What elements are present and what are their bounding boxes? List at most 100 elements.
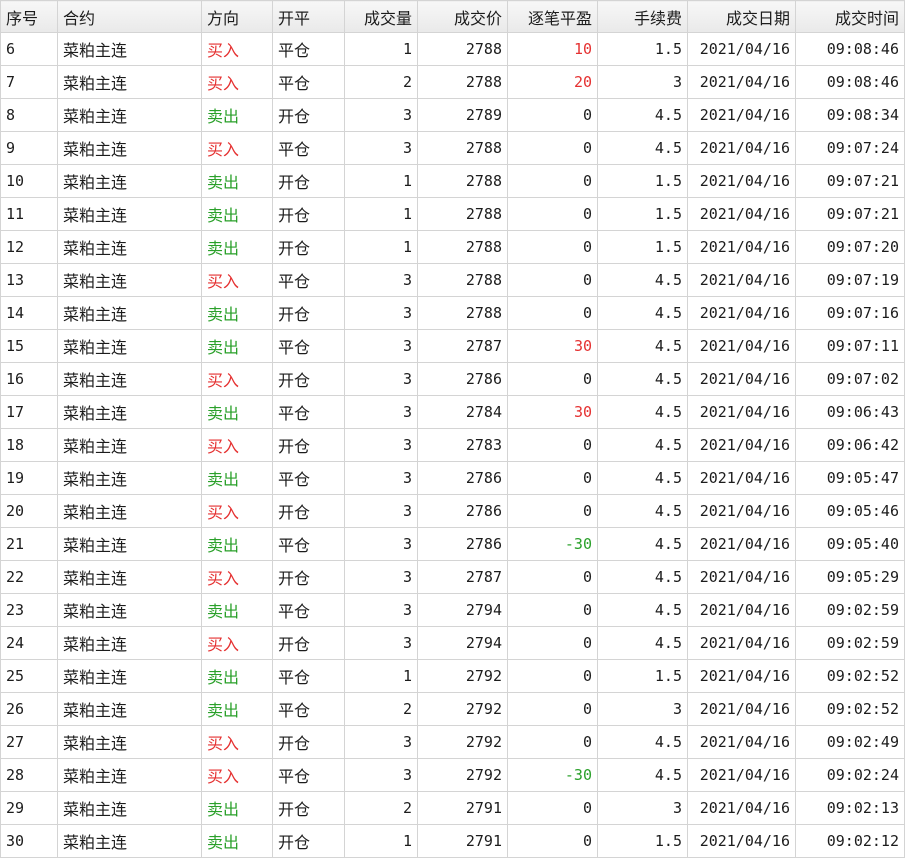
table-row[interactable]: 23 菜粕主连 卖出 平仓 3 2794 0 4.5 2021/04/16 09:02:59 <box>0 593 905 627</box>
table-row[interactable]: 24 菜粕主连 买入 开仓 3 2794 0 4.5 2021/04/16 09:02:59 <box>0 626 905 660</box>
col-header-contract[interactable]: 合约 <box>57 0 202 33</box>
table-row[interactable]: 26 菜粕主连 卖出 平仓 2 2792 0 3 2021/04/16 09:02:52 <box>0 692 905 726</box>
direction-cell: 卖出 <box>201 230 273 264</box>
price-cell: 2788 <box>417 230 508 264</box>
pnl-cell: 0 <box>507 230 598 264</box>
contract-cell: 菜粕主连 <box>57 824 202 858</box>
seq-cell: 9 <box>0 131 58 165</box>
volume-cell: 1 <box>344 197 418 231</box>
table-row[interactable]: 13 菜粕主连 买入 平仓 3 2788 0 4.5 2021/04/16 09:07:19 <box>0 263 905 297</box>
contract-cell: 菜粕主连 <box>57 659 202 693</box>
fee-cell: 3 <box>597 65 688 99</box>
table-row[interactable]: 29 菜粕主连 卖出 开仓 2 2791 0 3 2021/04/16 09:02:13 <box>0 791 905 825</box>
direction-cell: 卖出 <box>201 791 273 825</box>
direction-cell: 买入 <box>201 626 273 660</box>
col-header-fee[interactable]: 手续费 <box>597 0 688 33</box>
table-row[interactable]: 25 菜粕主连 卖出 平仓 1 2792 0 1.5 2021/04/16 09:02:52 <box>0 659 905 693</box>
time-cell: 09:07:16 <box>795 296 905 330</box>
direction-cell: 买入 <box>201 725 273 759</box>
open-close-cell: 平仓 <box>272 395 345 429</box>
volume-cell: 1 <box>344 230 418 264</box>
table-row[interactable]: 8 菜粕主连 卖出 开仓 3 2789 0 4.5 2021/04/16 09:08:34 <box>0 98 905 132</box>
volume-cell: 3 <box>344 758 418 792</box>
col-header-price[interactable]: 成交价 <box>417 0 508 33</box>
contract-cell: 菜粕主连 <box>57 131 202 165</box>
table-row[interactable]: 6 菜粕主连 买入 平仓 1 2788 10 1.5 2021/04/16 09:08:46 <box>0 32 905 66</box>
col-header-date[interactable]: 成交日期 <box>687 0 796 33</box>
fee-cell: 4.5 <box>597 329 688 363</box>
price-cell: 2788 <box>417 296 508 330</box>
open-close-cell: 平仓 <box>272 32 345 66</box>
open-close-cell: 开仓 <box>272 626 345 660</box>
pnl-cell: 10 <box>507 32 598 66</box>
direction-cell: 卖出 <box>201 98 273 132</box>
time-cell: 09:05:29 <box>795 560 905 594</box>
table-row[interactable]: 10 菜粕主连 卖出 开仓 1 2788 0 1.5 2021/04/16 09:07:21 <box>0 164 905 198</box>
date-cell: 2021/04/16 <box>687 65 796 99</box>
table-row[interactable]: 11 菜粕主连 卖出 开仓 1 2788 0 1.5 2021/04/16 09:07:21 <box>0 197 905 231</box>
date-cell: 2021/04/16 <box>687 560 796 594</box>
table-row[interactable]: 15 菜粕主连 卖出 平仓 3 2787 30 4.5 2021/04/16 09:07:11 <box>0 329 905 363</box>
seq-cell: 23 <box>0 593 58 627</box>
volume-cell: 1 <box>344 659 418 693</box>
fee-cell: 1.5 <box>597 32 688 66</box>
volume-cell: 3 <box>344 461 418 495</box>
seq-cell: 10 <box>0 164 58 198</box>
col-header-pnl[interactable]: 逐笔平盈 <box>507 0 598 33</box>
table-row[interactable]: 28 菜粕主连 买入 平仓 3 2792 -30 4.5 2021/04/16 09:02:24 <box>0 758 905 792</box>
col-header-open-close[interactable]: 开平 <box>272 0 345 33</box>
fee-cell: 4.5 <box>597 263 688 297</box>
table-row[interactable]: 27 菜粕主连 买入 开仓 3 2792 0 4.5 2021/04/16 09:02:49 <box>0 725 905 759</box>
col-header-volume[interactable]: 成交量 <box>344 0 418 33</box>
time-cell: 09:02:52 <box>795 692 905 726</box>
open-close-cell: 开仓 <box>272 296 345 330</box>
price-cell: 2786 <box>417 461 508 495</box>
fee-cell: 4.5 <box>597 758 688 792</box>
time-cell: 09:07:02 <box>795 362 905 396</box>
table-row[interactable]: 7 菜粕主连 买入 平仓 2 2788 20 3 2021/04/16 09:08:46 <box>0 65 905 99</box>
time-cell: 09:07:20 <box>795 230 905 264</box>
pnl-cell: 0 <box>507 824 598 858</box>
open-close-cell: 开仓 <box>272 428 345 462</box>
table-row[interactable]: 18 菜粕主连 买入 开仓 3 2783 0 4.5 2021/04/16 09:06:42 <box>0 428 905 462</box>
price-cell: 2788 <box>417 164 508 198</box>
table-row[interactable]: 22 菜粕主连 买入 开仓 3 2787 0 4.5 2021/04/16 09:05:29 <box>0 560 905 594</box>
pnl-cell: 0 <box>507 626 598 660</box>
contract-cell: 菜粕主连 <box>57 560 202 594</box>
direction-cell: 买入 <box>201 65 273 99</box>
open-close-cell: 开仓 <box>272 560 345 594</box>
seq-cell: 19 <box>0 461 58 495</box>
table-row[interactable]: 16 菜粕主连 买入 开仓 3 2786 0 4.5 2021/04/16 09:07:02 <box>0 362 905 396</box>
date-cell: 2021/04/16 <box>687 824 796 858</box>
open-close-cell: 开仓 <box>272 164 345 198</box>
price-cell: 2788 <box>417 65 508 99</box>
open-close-cell: 开仓 <box>272 494 345 528</box>
date-cell: 2021/04/16 <box>687 659 796 693</box>
direction-cell: 买入 <box>201 32 273 66</box>
col-header-time[interactable]: 成交时间 <box>795 0 905 33</box>
date-cell: 2021/04/16 <box>687 461 796 495</box>
header-row: 序号 合约 方向 开平 成交量 成交价 逐笔平盈 手续费 成交日期 成交时间 <box>0 0 905 33</box>
table-row[interactable]: 19 菜粕主连 卖出 平仓 3 2786 0 4.5 2021/04/16 09:05:47 <box>0 461 905 495</box>
table-row[interactable]: 12 菜粕主连 卖出 开仓 1 2788 0 1.5 2021/04/16 09:07:20 <box>0 230 905 264</box>
trade-records-grid: 序号 合约 方向 开平 成交量 成交价 逐笔平盈 手续费 成交日期 成交时间 6… <box>0 0 905 858</box>
fee-cell: 4.5 <box>597 494 688 528</box>
col-header-seq[interactable]: 序号 <box>0 0 58 33</box>
volume-cell: 2 <box>344 692 418 726</box>
table-row[interactable]: 30 菜粕主连 卖出 开仓 1 2791 0 1.5 2021/04/16 09:02:12 <box>0 824 905 858</box>
col-header-direction[interactable]: 方向 <box>201 0 273 33</box>
open-close-cell: 开仓 <box>272 725 345 759</box>
table-row[interactable]: 17 菜粕主连 卖出 平仓 3 2784 30 4.5 2021/04/16 09:06:43 <box>0 395 905 429</box>
table-row[interactable]: 9 菜粕主连 买入 平仓 3 2788 0 4.5 2021/04/16 09:07:24 <box>0 131 905 165</box>
date-cell: 2021/04/16 <box>687 593 796 627</box>
contract-cell: 菜粕主连 <box>57 494 202 528</box>
fee-cell: 1.5 <box>597 824 688 858</box>
fee-cell: 3 <box>597 791 688 825</box>
contract-cell: 菜粕主连 <box>57 395 202 429</box>
table-row[interactable]: 14 菜粕主连 卖出 开仓 3 2788 0 4.5 2021/04/16 09:07:16 <box>0 296 905 330</box>
table-row[interactable]: 20 菜粕主连 买入 开仓 3 2786 0 4.5 2021/04/16 09:05:46 <box>0 494 905 528</box>
table-row[interactable]: 21 菜粕主连 卖出 平仓 3 2786 -30 4.5 2021/04/16 09:05:40 <box>0 527 905 561</box>
direction-cell: 买入 <box>201 494 273 528</box>
contract-cell: 菜粕主连 <box>57 98 202 132</box>
contract-cell: 菜粕主连 <box>57 791 202 825</box>
